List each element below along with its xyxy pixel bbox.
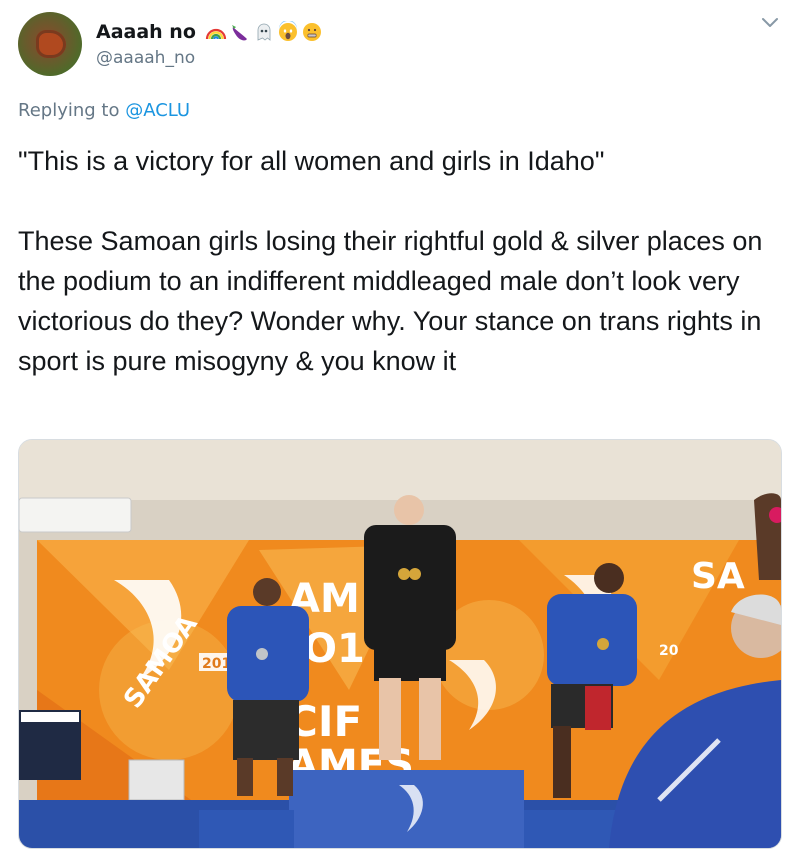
medal-silver <box>256 648 268 660</box>
medal-gold-1 <box>398 568 410 580</box>
user-handle[interactable]: @aaaah_no <box>96 48 323 68</box>
medal-gold-2 <box>409 568 421 580</box>
banner-text-o1: O1 <box>303 626 365 672</box>
user-names: Aaaah no @aaaah_no <box>96 20 323 68</box>
podium-bronze <box>524 810 619 848</box>
name-emojis <box>205 21 323 43</box>
podium-silver <box>199 810 294 848</box>
tweet-text: "This is a victory for all women and gir… <box>18 146 763 376</box>
reply-mention-link[interactable]: @ACLU <box>125 100 190 121</box>
replying-to-label: Replying to <box>18 100 120 121</box>
banner-text-sa: SA <box>691 556 745 597</box>
chevron-down-icon[interactable] <box>761 16 779 30</box>
lectern <box>128 759 185 801</box>
podium-gold <box>289 770 524 848</box>
rainbow-emoji-icon <box>205 28 227 40</box>
replying-to: Replying to @ACLU <box>18 100 190 121</box>
photo-scene: SAMOA 2019 AM O1 CIF AMES SA 20 <box>19 440 781 848</box>
avatar[interactable] <box>18 12 82 76</box>
nauseated-emoji-icon <box>302 23 321 41</box>
display-name[interactable]: Aaaah no <box>96 20 196 44</box>
medal-bronze <box>597 638 609 650</box>
ghost-emoji-icon <box>257 23 271 41</box>
tweet: Aaaah no @aaaah_no Replying to @ACLU "Th… <box>0 0 801 860</box>
banner-text-20: 20 <box>659 643 679 659</box>
air-conditioner <box>19 497 132 533</box>
avatar-image <box>36 30 66 58</box>
tweet-photo[interactable]: SAMOA 2019 AM O1 CIF AMES SA 20 <box>18 439 782 849</box>
eggplant-emoji-icon <box>231 25 247 41</box>
scream-emoji-icon <box>278 21 297 41</box>
